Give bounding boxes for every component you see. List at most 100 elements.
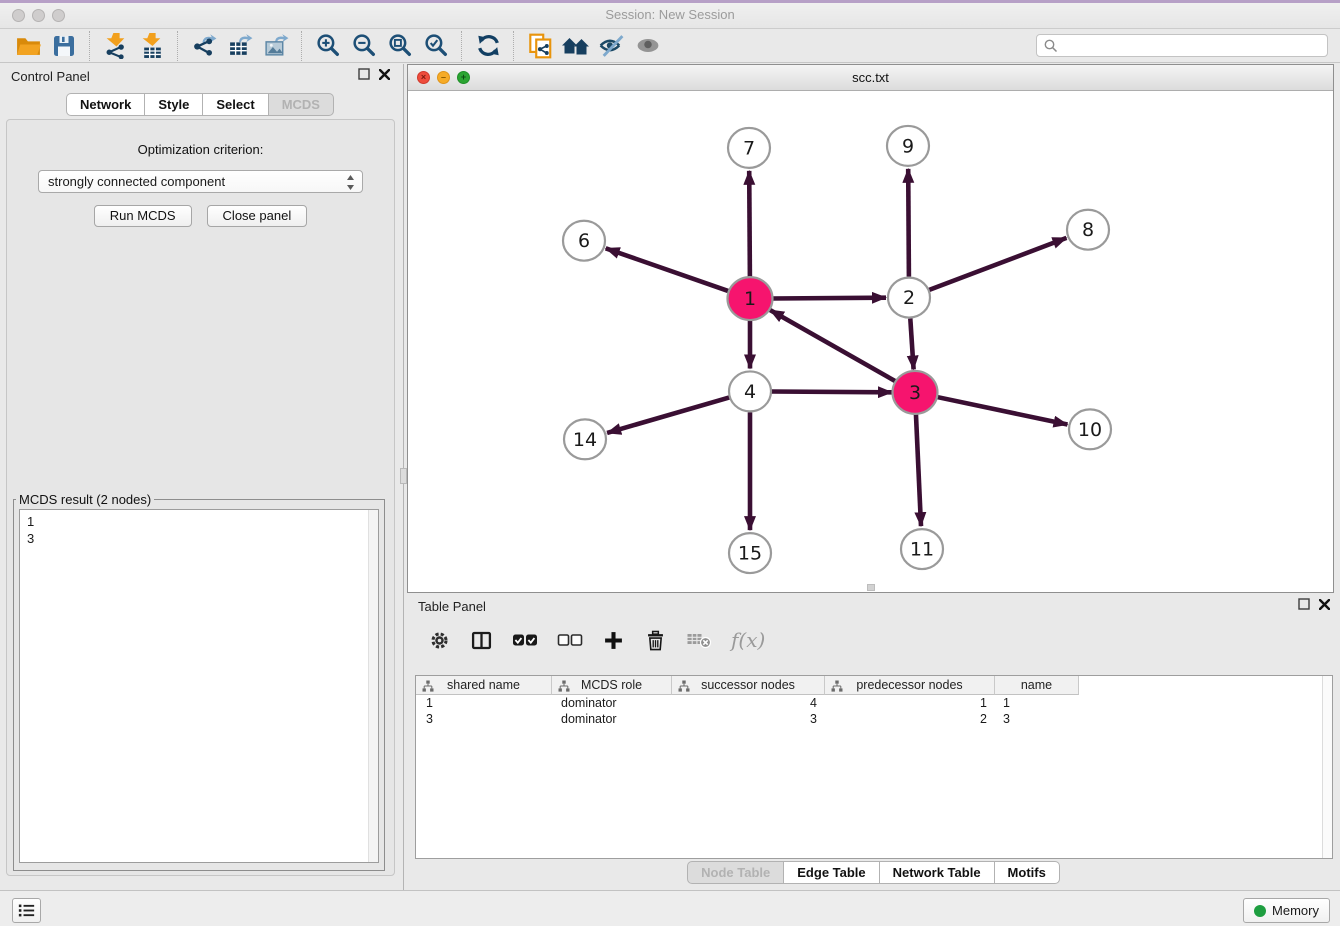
graph-node-11[interactable]: 11 xyxy=(901,529,943,569)
zoom-out-button[interactable] xyxy=(346,31,382,61)
search-field[interactable] xyxy=(1036,34,1328,57)
network-window-title: scc.txt xyxy=(408,65,1333,90)
column-header-shared-name[interactable]: shared name xyxy=(416,676,552,695)
tab-node-table[interactable]: Node Table xyxy=(687,861,784,884)
graph-edge-4-3[interactable] xyxy=(771,392,892,393)
graph-node-7[interactable]: 7 xyxy=(728,128,770,168)
column-header-name[interactable]: name xyxy=(995,676,1079,695)
graph-edge-3-1[interactable] xyxy=(770,310,897,382)
zoom-in-button[interactable] xyxy=(310,31,346,61)
memory-label: Memory xyxy=(1272,903,1319,918)
open-session-button[interactable] xyxy=(10,31,46,61)
memory-button[interactable]: Memory xyxy=(1243,898,1330,923)
table-row[interactable]: 3 dominator 3 2 3 xyxy=(416,711,1332,727)
result-scrollbar[interactable] xyxy=(368,510,378,862)
delete-column-button[interactable] xyxy=(644,629,667,652)
table-scrollbar[interactable] xyxy=(1322,676,1332,858)
graph-edge-1-2[interactable] xyxy=(771,298,886,299)
float-panel-icon[interactable] xyxy=(358,68,370,80)
tab-select[interactable]: Select xyxy=(203,93,268,116)
splitter-handle[interactable] xyxy=(400,468,407,484)
zoom-fit-button[interactable] xyxy=(382,31,418,61)
graph-node-9[interactable]: 9 xyxy=(887,126,929,166)
criterion-dropdown[interactable]: strongly connected component xyxy=(38,170,363,193)
graph-node-3[interactable]: 3 xyxy=(893,371,938,414)
cell-mcds-role[interactable]: dominator xyxy=(552,696,672,710)
graph-edge-3-10[interactable] xyxy=(936,397,1068,425)
run-mcds-button[interactable]: Run MCDS xyxy=(94,205,192,227)
column-header-predecessor-nodes[interactable]: predecessor nodes xyxy=(825,676,995,695)
tab-style[interactable]: Style xyxy=(145,93,203,116)
cell-shared-name[interactable]: 1 xyxy=(416,696,552,710)
network-splitter-handle[interactable] xyxy=(867,584,875,591)
tab-mcds[interactable]: MCDS xyxy=(269,93,334,116)
graph-edge-2-8[interactable] xyxy=(929,238,1067,290)
graph-edge-2-3[interactable] xyxy=(910,319,913,370)
clone-network-button[interactable] xyxy=(522,31,558,61)
column-layout-button[interactable] xyxy=(470,629,493,652)
apply-layout-button[interactable] xyxy=(470,31,506,61)
toolbar-separator xyxy=(177,31,179,61)
cell-predecessor-nodes[interactable]: 2 xyxy=(825,712,995,726)
hide-visual-properties-button[interactable] xyxy=(594,31,630,61)
export-network-button[interactable] xyxy=(186,31,222,61)
cell-successor-nodes[interactable]: 3 xyxy=(672,712,825,726)
delete-table-button[interactable] xyxy=(686,629,712,651)
refresh-icon xyxy=(475,32,502,59)
graph-edge-4-14[interactable] xyxy=(607,397,730,433)
graph-node-1[interactable]: 1 xyxy=(728,277,773,320)
svg-text:6: 6 xyxy=(578,230,590,252)
search-input[interactable] xyxy=(1059,37,1327,54)
close-table-panel-icon[interactable] xyxy=(1319,599,1330,610)
graph-edge-2-9[interactable] xyxy=(908,169,909,277)
cell-name[interactable]: 1 xyxy=(995,696,1079,710)
graph-edge-3-11[interactable] xyxy=(916,413,921,526)
export-image-button[interactable] xyxy=(258,31,294,61)
network-window-titlebar[interactable]: × – + scc.txt xyxy=(408,65,1333,91)
svg-text:2: 2 xyxy=(903,287,915,309)
deselect-all-columns-button[interactable] xyxy=(557,630,583,650)
column-header-mcds-role[interactable]: MCDS role xyxy=(552,676,672,695)
graph-node-4[interactable]: 4 xyxy=(729,371,771,411)
show-visual-properties-button[interactable] xyxy=(630,31,666,61)
save-session-button[interactable] xyxy=(46,31,82,61)
select-all-columns-button[interactable] xyxy=(512,630,538,650)
graph-node-8[interactable]: 8 xyxy=(1067,210,1109,250)
cell-name[interactable]: 3 xyxy=(995,712,1079,726)
graph-node-6[interactable]: 6 xyxy=(563,221,605,261)
tab-edge-table[interactable]: Edge Table xyxy=(784,861,879,884)
cell-predecessor-nodes[interactable]: 1 xyxy=(825,696,995,710)
import-table-icon xyxy=(139,32,166,59)
close-panel-button[interactable]: Close panel xyxy=(207,205,308,227)
table-row[interactable]: 1 dominator 4 1 1 xyxy=(416,695,1332,711)
function-builder-button[interactable]: f(x) xyxy=(731,628,765,652)
import-network-button[interactable] xyxy=(98,31,134,61)
mcds-result-list[interactable]: 1 3 xyxy=(19,509,379,863)
tab-motifs[interactable]: Motifs xyxy=(995,861,1060,884)
float-table-panel-icon[interactable] xyxy=(1298,598,1310,610)
export-table-button[interactable] xyxy=(222,31,258,61)
graph-edge-1-6[interactable] xyxy=(606,248,731,291)
task-history-button[interactable] xyxy=(12,898,41,923)
graph-node-15[interactable]: 15 xyxy=(729,533,771,573)
toolbar-separator xyxy=(461,31,463,61)
cell-successor-nodes[interactable]: 4 xyxy=(672,696,825,710)
cell-mcds-role[interactable]: dominator xyxy=(552,712,672,726)
gear-icon xyxy=(428,629,451,652)
close-panel-icon[interactable] xyxy=(379,69,390,80)
table-settings-button[interactable] xyxy=(428,629,451,652)
tab-network-table[interactable]: Network Table xyxy=(880,861,995,884)
column-header-successor-nodes[interactable]: successor nodes xyxy=(672,676,825,695)
import-table-button[interactable] xyxy=(134,31,170,61)
graph-node-2[interactable]: 2 xyxy=(888,278,930,318)
network-canvas[interactable]: 7 9 6 8 1 2 4 3 14 10 15 11 xyxy=(408,91,1333,592)
create-column-button[interactable] xyxy=(602,629,625,652)
graph-node-14[interactable]: 14 xyxy=(564,419,606,459)
zoom-selected-button[interactable] xyxy=(418,31,454,61)
graph-edge-1-7[interactable] xyxy=(749,171,750,278)
graph-node-10[interactable]: 10 xyxy=(1069,409,1111,449)
cell-shared-name[interactable]: 3 xyxy=(416,712,552,726)
show-all-networks-button[interactable] xyxy=(558,31,594,61)
tab-network[interactable]: Network xyxy=(66,93,145,116)
panel-splitter[interactable] xyxy=(400,64,407,890)
